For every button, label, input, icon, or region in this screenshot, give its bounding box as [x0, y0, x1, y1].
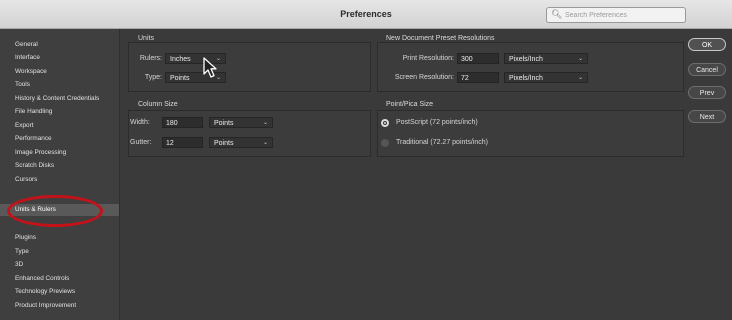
point-pica-title: Point/Pica Size — [386, 101, 434, 108]
sidebar-item-units-rulers[interactable]: Units & Rulers — [0, 204, 119, 216]
rulers-label: Rulers: — [139, 55, 162, 62]
screen-unit-select[interactable]: Pixels/Inch ⌄ — [504, 72, 588, 83]
chevron-down-icon: ⌄ — [262, 120, 268, 126]
gutter-unit-select[interactable]: Points ⌄ — [209, 137, 273, 148]
sidebar-item-type[interactable]: Type — [15, 246, 115, 258]
resolutions-panel — [377, 42, 684, 92]
column-size-title: Column Size — [138, 101, 178, 108]
chevron-down-icon: ⌄ — [577, 75, 583, 81]
prev-button[interactable]: Prev — [688, 86, 726, 99]
sidebar-item-tools[interactable]: Tools — [15, 79, 115, 91]
sidebar-item-hidden-2[interactable] — [15, 219, 115, 231]
sidebar-item-interface[interactable]: Interface — [15, 52, 115, 64]
sidebar-item-file-handling[interactable]: File Handling — [15, 106, 115, 118]
sidebar-item-image-processing[interactable]: Image Processing — [15, 147, 115, 159]
sidebar-item-general[interactable]: General — [15, 39, 115, 51]
sidebar-item-technology-previews[interactable]: Technology Previews — [15, 286, 115, 298]
screen-unit-value: Pixels/Inch — [509, 75, 543, 82]
traditional-radio[interactable] — [381, 139, 389, 147]
resolutions-title: New Document Preset Resolutions — [386, 35, 495, 42]
mouse-pointer-icon — [203, 57, 217, 78]
sidebar-item-performance[interactable]: Performance — [15, 133, 115, 145]
units-title: Units — [138, 35, 154, 42]
print-unit-select[interactable]: Pixels/Inch ⌄ — [504, 53, 588, 64]
sidebar-item-cursors[interactable]: Cursors — [15, 174, 115, 186]
print-unit-value: Pixels/Inch — [509, 56, 543, 63]
search-input[interactable] — [563, 9, 685, 22]
next-button[interactable]: Next — [688, 110, 726, 123]
width-unit-select[interactable]: Points ⌄ — [209, 117, 273, 128]
gutter-label: Gutter: — [130, 139, 152, 146]
sidebar-item-hidden-1[interactable] — [15, 187, 115, 199]
ok-button[interactable]: OK — [688, 38, 726, 51]
sidebar-item-scratch-disks[interactable]: Scratch Disks — [15, 160, 115, 172]
print-resolution-field[interactable]: 300 — [457, 53, 499, 64]
preferences-window: Preferences 🔍︎ General Interface Workspa… — [0, 0, 732, 320]
gutter-field[interactable]: 12 — [162, 137, 203, 148]
rulers-value: Inches — [170, 56, 191, 63]
chevron-down-icon: ⌄ — [262, 140, 268, 146]
traditional-label: Traditional (72.27 points/inch) — [396, 139, 488, 146]
screen-resolution-label: Screen Resolution: — [394, 74, 454, 81]
title-bar: Preferences 🔍︎ — [0, 0, 732, 29]
width-label: Width: — [130, 119, 150, 126]
sidebar: General Interface Workspace Tools Histor… — [0, 29, 120, 320]
sidebar-item-product-improvement[interactable]: Product Improvement — [15, 300, 115, 312]
width-unit-value: Points — [214, 120, 234, 127]
units-panel — [128, 42, 371, 92]
type-value: Points — [170, 75, 190, 82]
sidebar-item-history[interactable]: History & Content Credentials — [15, 93, 115, 105]
postscript-label: PostScript (72 points/inch) — [396, 119, 478, 126]
point-pica-panel — [377, 110, 684, 157]
chevron-down-icon: ⌄ — [577, 56, 583, 62]
screen-resolution-field[interactable]: 72 — [457, 72, 499, 83]
gutter-unit-value: Points — [214, 140, 234, 147]
cancel-button[interactable]: Cancel — [688, 63, 726, 76]
sidebar-item-3d[interactable]: 3D — [15, 259, 115, 271]
sidebar-item-workspace[interactable]: Workspace — [15, 66, 115, 78]
search-icon: 🔍︎ — [551, 9, 563, 19]
sidebar-item-plugins[interactable]: Plugins — [15, 232, 115, 244]
sidebar-item-export[interactable]: Export — [15, 120, 115, 132]
search-box[interactable]: 🔍︎ — [546, 7, 686, 23]
postscript-radio[interactable] — [381, 119, 389, 127]
width-field[interactable]: 180 — [162, 117, 203, 128]
type-label: Type: — [144, 74, 162, 81]
print-resolution-label: Print Resolution: — [402, 55, 454, 62]
sidebar-item-enhanced-controls[interactable]: Enhanced Controls — [15, 273, 115, 285]
